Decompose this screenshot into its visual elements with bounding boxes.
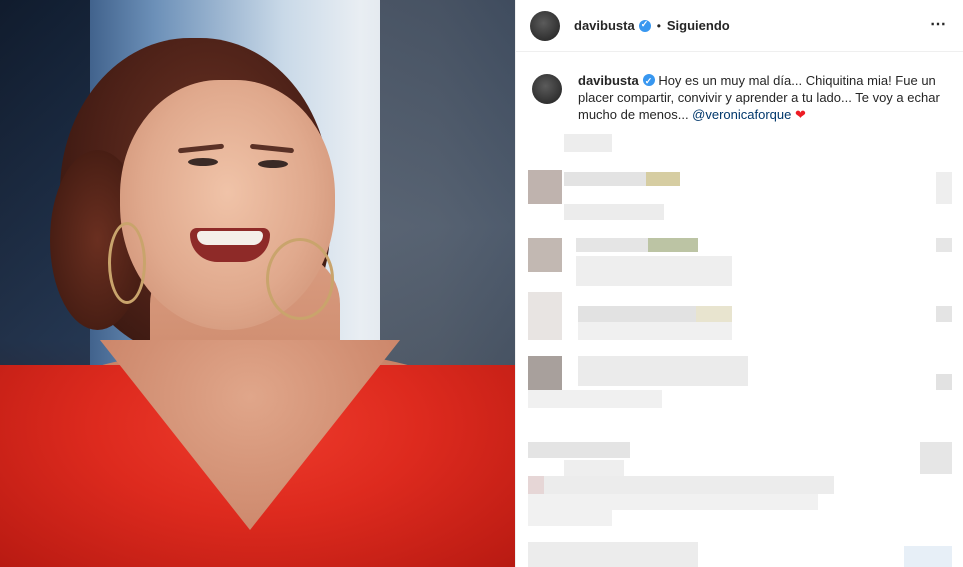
separator-dot: • [656,18,661,33]
pixelated-like-icon [936,374,952,390]
username-link[interactable]: davibusta [574,18,635,33]
pixelated-block [564,204,664,220]
pixelated-avatar [528,170,562,204]
verified-badge-icon [642,73,655,90]
photo-earring [266,238,334,320]
pixelated-like-icon [920,442,952,474]
photo-earring [108,222,146,304]
pixelated-avatar [528,238,562,272]
post-header: davibusta • Siguiendo ⋯ [516,0,963,52]
pixelated-block [544,476,834,494]
pixelated-block [576,238,648,252]
pixelated-block [576,256,732,286]
post-sidebar: davibusta • Siguiendo ⋯ davibusta Hoy es… [515,0,963,567]
more-options-icon[interactable]: ⋯ [930,14,947,34]
pixelated-block [564,134,612,152]
instagram-post: davibusta • Siguiendo ⋯ davibusta Hoy es… [0,0,963,567]
pixelated-block [904,546,952,567]
caption-username-link[interactable]: davibusta [578,73,639,88]
pixelated-like-icon [936,306,952,322]
pixelated-block [528,442,630,458]
pixelated-block [578,356,748,386]
photo-teeth [197,231,263,245]
mention-link[interactable]: @veronicaforque [692,107,791,122]
pixelated-like-icon [936,238,952,252]
pixelated-block [578,306,696,322]
following-button[interactable]: Siguiendo [667,18,730,33]
post-caption: davibusta Hoy es un muy mal día... Chiqu… [516,52,963,123]
pixelated-block [564,172,646,186]
pixelated-block [528,510,612,526]
pixelated-block [528,494,818,510]
caption-text: davibusta Hoy es un muy mal día... Chiqu… [578,72,947,123]
avatar[interactable] [530,10,560,41]
post-photo[interactable] [0,0,515,567]
pixelated-avatar [528,292,562,340]
pixelated-block [646,172,680,186]
pixelated-block [578,322,732,340]
pixelated-like-icon [936,172,952,204]
pixelated-block [528,542,698,567]
pixelated-block [528,390,662,408]
pixelated-block [696,306,732,322]
pixelated-block [648,238,698,252]
pixelated-block [564,460,624,476]
photo-eye [258,160,288,168]
pixelated-avatar [528,476,544,494]
photo-eye [188,158,218,166]
pixelated-avatar [528,356,562,390]
heart-emoji-icon: ❤ [795,107,806,122]
verified-badge-icon [638,19,651,32]
avatar[interactable] [532,74,562,104]
